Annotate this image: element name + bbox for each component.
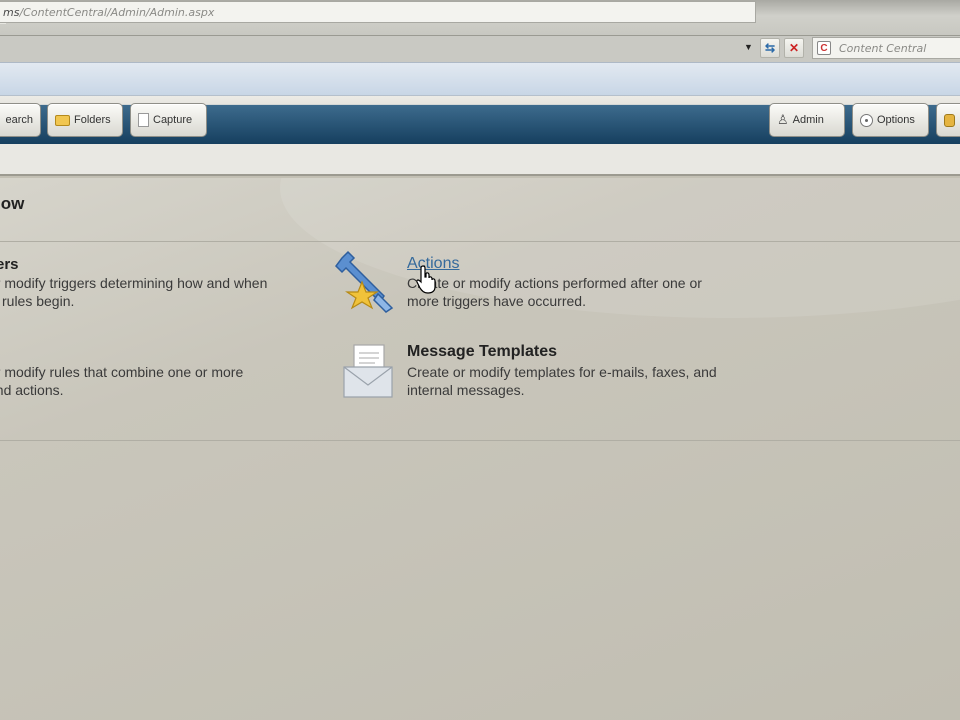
message-templates-description: Create or modify templates for e-mails, … [407, 363, 737, 399]
section-divider-bottom [0, 440, 960, 441]
browser-tabs-bar [0, 62, 960, 96]
capture-icon [138, 113, 149, 127]
main-content: low ers or modify triggers determining h… [0, 178, 960, 720]
templates-desc-line1: Create or modify templates for e-mails, … [407, 364, 717, 380]
search-button[interactable]: earch [0, 103, 41, 137]
lock-icon [944, 113, 955, 127]
rules-desc-line2: and actions. [0, 382, 64, 398]
triggers-desc-line1: or modify triggers determining how and w… [0, 275, 268, 291]
triggers-description: or modify triggers determining how and w… [0, 274, 318, 310]
capture-button[interactable]: Capture [130, 103, 207, 137]
actions-desc-line1: Create or modify actions performed after… [407, 275, 702, 291]
envelope-document-icon[interactable] [340, 341, 396, 401]
folders-button[interactable]: Folders [47, 103, 123, 137]
refresh-icon[interactable]: ⇆ [760, 38, 780, 58]
folder-icon [55, 114, 70, 126]
section-divider [0, 241, 960, 242]
search-provider-icon: C [817, 41, 831, 55]
actions-desc-line2: more triggers have occurred. [407, 293, 586, 309]
hand-cursor-icon [416, 265, 436, 294]
templates-desc-line2: internal messages. [407, 382, 525, 398]
url-host: ms [3, 6, 20, 19]
url-path: /ContentCentral/Admin/Admin.aspx [19, 6, 215, 19]
browser-search-box[interactable]: C Content Central [812, 37, 960, 59]
address-bar[interactable]: ms/ContentCentral/Admin/Admin.aspx [0, 1, 756, 23]
message-templates-link[interactable]: Message Templates [407, 343, 557, 361]
admin-button[interactable]: ♙ Admin [769, 103, 845, 137]
wrench-star-icon[interactable] [334, 248, 400, 314]
page-title: low [0, 194, 25, 213]
triggers-link[interactable]: ers [0, 256, 19, 273]
rules-description: or modify rules that combine one or more… [0, 363, 318, 399]
rules-desc-line1: or modify rules that combine one or more [0, 364, 244, 380]
admin-icon: ♙ [777, 112, 789, 127]
folders-button-label: Folders [74, 114, 111, 126]
breadcrumb-bar [0, 144, 960, 176]
address-text: ms/ContentCentral/Admin/Admin.aspx [3, 6, 214, 19]
triggers-desc-line2: w rules begin. [0, 293, 75, 309]
admin-button-label: Admin [792, 114, 824, 126]
logout-button[interactable] [936, 103, 960, 137]
actions-description: Create or modify actions performed after… [407, 274, 737, 310]
options-icon [860, 113, 873, 127]
stop-icon[interactable]: ✕ [784, 38, 804, 58]
capture-button-label: Capture [153, 114, 193, 126]
options-button-label: Options [877, 114, 915, 126]
options-button[interactable]: Options [852, 103, 929, 137]
search-button-label: earch [5, 114, 33, 126]
search-placeholder: Content Central [839, 42, 927, 55]
address-dropdown-icon[interactable]: ▼ [744, 42, 753, 52]
